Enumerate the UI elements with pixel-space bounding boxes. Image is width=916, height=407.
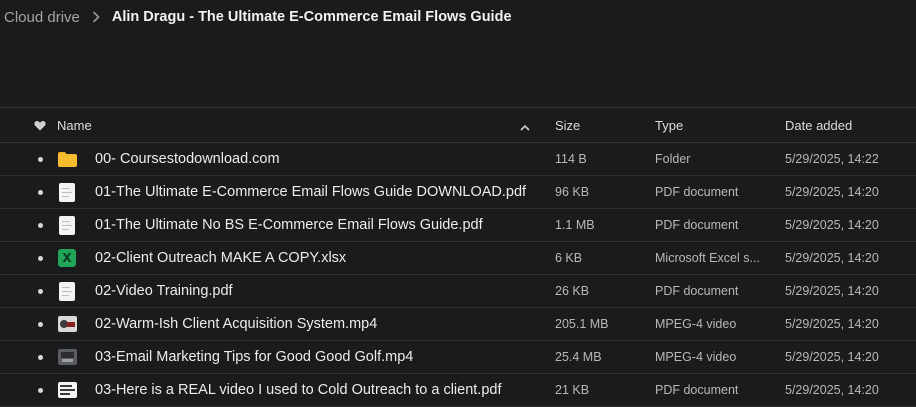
file-name[interactable]: 02-Video Training.pdf: [95, 283, 233, 299]
row-bullet: [34, 189, 46, 195]
file-size: 6 KB: [555, 251, 583, 265]
file-size: 205.1 MB: [555, 317, 609, 331]
heart-icon[interactable]: [34, 120, 46, 131]
sort-ascending-icon[interactable]: [520, 119, 530, 134]
row-bullet: [34, 222, 46, 228]
file-date-added: 5/29/2025, 14:20: [785, 383, 879, 397]
file-size: 25.4 MB: [555, 350, 602, 364]
file-type: PDF document: [655, 185, 739, 199]
row-bullet: [34, 354, 46, 360]
column-header-size[interactable]: Size: [555, 118, 580, 133]
document-icon: [57, 215, 77, 235]
file-type: MPEG-4 video: [655, 317, 737, 331]
file-date-added: 5/29/2025, 14:20: [785, 350, 879, 364]
video-thumbnail-icon: [57, 314, 77, 334]
breadcrumb: Cloud drive Alin Dragu - The Ultimate E-…: [4, 7, 512, 27]
file-date-added: 5/29/2025, 14:20: [785, 251, 879, 265]
folder-icon: [57, 149, 77, 169]
document-icon: [57, 182, 77, 202]
file-type: PDF document: [655, 383, 739, 397]
breadcrumb-current: Alin Dragu - The Ultimate E-Commerce Ema…: [111, 9, 512, 25]
column-header-type[interactable]: Type: [655, 118, 683, 133]
table-row[interactable]: 01-The Ultimate E-Commerce Email Flows G…: [0, 176, 916, 209]
pdf-thumbnail-icon: [57, 380, 77, 400]
table-header: Name Size Type Date added: [0, 107, 916, 143]
file-date-added: 5/29/2025, 14:20: [785, 218, 879, 232]
file-size: 96 KB: [555, 185, 590, 199]
table-row[interactable]: 02-Video Training.pdf 26 KB PDF document…: [0, 275, 916, 308]
table-row[interactable]: 02-Warm-Ish Client Acquisition System.mp…: [0, 308, 916, 341]
file-name[interactable]: 01-The Ultimate No BS E-Commerce Email F…: [95, 217, 483, 233]
row-bullet: [34, 156, 46, 162]
video-thumbnail-icon: [57, 347, 77, 367]
file-name[interactable]: 02-Client Outreach MAKE A COPY.xlsx: [95, 250, 346, 266]
file-type: PDF document: [655, 284, 739, 298]
file-type: Folder: [655, 152, 691, 166]
file-date-added: 5/29/2025, 14:20: [785, 185, 879, 199]
file-name[interactable]: 02-Warm-Ish Client Acquisition System.mp…: [95, 316, 377, 332]
table-row[interactable]: 03-Email Marketing Tips for Good Good Go…: [0, 341, 916, 374]
column-header-date-added[interactable]: Date added: [785, 118, 852, 133]
chevron-right-icon: [92, 11, 100, 23]
document-icon: [57, 281, 77, 301]
file-date-added: 5/29/2025, 14:20: [785, 317, 879, 331]
row-bullet: [34, 321, 46, 327]
column-header-name[interactable]: Name: [57, 118, 92, 133]
file-date-added: 5/29/2025, 14:20: [785, 284, 879, 298]
row-bullet: [34, 255, 46, 261]
file-date-added: 5/29/2025, 14:22: [785, 152, 879, 166]
table-row[interactable]: 03-Here is a REAL video I used to Cold O…: [0, 374, 916, 407]
table-row[interactable]: 01-The Ultimate No BS E-Commerce Email F…: [0, 209, 916, 242]
file-name[interactable]: 03-Email Marketing Tips for Good Good Go…: [95, 349, 413, 365]
file-table: Name Size Type Date added 00- Coursestod…: [0, 107, 916, 407]
row-bullet: [34, 288, 46, 294]
table-row[interactable]: X 02-Client Outreach MAKE A COPY.xlsx 6 …: [0, 242, 916, 275]
file-size: 114 B: [555, 152, 587, 166]
file-size: 26 KB: [555, 284, 590, 298]
file-name[interactable]: 00- Coursestodownload.com: [95, 151, 280, 167]
table-row[interactable]: 00- Coursestodownload.com 114 B Folder 5…: [0, 143, 916, 176]
file-type: MPEG-4 video: [655, 350, 737, 364]
file-name[interactable]: 01-The Ultimate E-Commerce Email Flows G…: [95, 184, 526, 200]
file-type: Microsoft Excel s...: [655, 251, 760, 265]
file-type: PDF document: [655, 218, 739, 232]
file-size: 1.1 MB: [555, 218, 595, 232]
file-size: 21 KB: [555, 383, 590, 397]
row-bullet: [34, 387, 46, 393]
breadcrumb-root-link[interactable]: Cloud drive: [4, 9, 80, 26]
spreadsheet-icon: X: [57, 248, 77, 268]
